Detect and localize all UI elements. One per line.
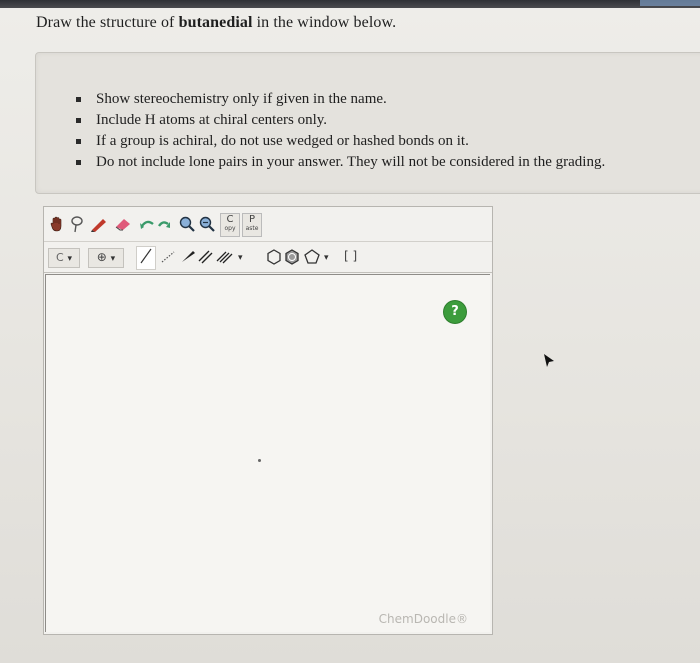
- compound-name: butanedial: [178, 14, 253, 31]
- chemdoodle-editor: C opy P aste C ▾ ⊕ ▾ ▾ ▾ [] ? ChemDoodl…: [43, 206, 493, 635]
- instruction-text: If a group is achiral, do not use wedged…: [96, 133, 469, 149]
- question-suffix: in the window below.: [252, 14, 397, 31]
- question-prefix: Draw the structure of: [36, 14, 179, 31]
- paste-icon[interactable]: P aste: [242, 213, 262, 237]
- zoom-in-icon[interactable]: [179, 216, 195, 236]
- chemdoodle-watermark: ChemDoodle®: [378, 612, 468, 626]
- bullet-icon: [76, 118, 81, 123]
- triple-bond-icon[interactable]: [216, 248, 234, 268]
- chevron-down-icon: ▾: [67, 254, 73, 264]
- instruction-item: If a group is achiral, do not use wedged…: [76, 131, 605, 152]
- instruction-item: Include H atoms at chiral centers only.: [76, 110, 605, 131]
- hand-icon[interactable]: [50, 216, 64, 236]
- editor-toolbar-bottom: C ▾ ⊕ ▾ ▾ ▾ []: [44, 242, 492, 273]
- instruction-item: Do not include lone pairs in your answer…: [76, 152, 605, 173]
- instruction-list: Show stereochemistry only if given in th…: [76, 89, 605, 173]
- benzene-ring-icon[interactable]: [284, 249, 300, 269]
- question-title: Draw the structure of butanedial in the …: [36, 14, 396, 32]
- chevron-down-icon[interactable]: ▾: [324, 250, 329, 266]
- pencil-icon[interactable]: [90, 216, 108, 236]
- zoom-out-icon[interactable]: [199, 216, 215, 236]
- instruction-text: Do not include lone pairs in your answer…: [96, 154, 606, 170]
- bracket-icon[interactable]: [ ]: [344, 248, 357, 264]
- atom-selector[interactable]: C ▾: [48, 248, 80, 268]
- copy-icon[interactable]: C opy: [220, 213, 240, 237]
- single-bond-icon[interactable]: [136, 246, 156, 270]
- wedge-bond-icon[interactable]: [180, 248, 196, 268]
- hashed-bond-icon[interactable]: [160, 248, 176, 268]
- editor-toolbar-top: C opy P aste: [44, 207, 492, 242]
- chevron-down-icon: ▾: [110, 254, 116, 264]
- instructions-box: Show stereochemistry only if given in th…: [35, 52, 700, 194]
- copy-sublabel: opy: [224, 225, 236, 232]
- browser-top-bar: [0, 0, 700, 8]
- chevron-down-icon[interactable]: ▾: [238, 250, 243, 266]
- paste-label: P: [248, 214, 256, 225]
- charge-selector[interactable]: ⊕ ▾: [88, 248, 124, 268]
- top-corner-accent: [640, 0, 700, 6]
- instruction-item: Show stereochemistry only if given in th…: [76, 89, 605, 110]
- drawing-canvas[interactable]: ? ChemDoodle®: [45, 274, 490, 632]
- bullet-icon: [76, 160, 81, 165]
- double-bond-icon[interactable]: [198, 248, 214, 268]
- lasso-icon[interactable]: [70, 215, 84, 237]
- canvas-center-dot: [258, 459, 261, 462]
- atom-selector-value: C: [55, 251, 64, 264]
- charge-plus-icon: ⊕: [96, 250, 107, 264]
- redo-icon[interactable]: [157, 218, 171, 234]
- instruction-text: Include H atoms at chiral centers only.: [96, 112, 328, 128]
- help-icon[interactable]: ?: [444, 301, 466, 323]
- copy-label: C: [226, 214, 234, 225]
- pentagon-ring-icon[interactable]: [304, 249, 320, 269]
- hexagon-ring-icon[interactable]: [266, 249, 282, 269]
- undo-icon[interactable]: [139, 218, 155, 234]
- instruction-text: Show stereochemistry only if given in th…: [96, 91, 387, 107]
- bullet-icon: [76, 139, 81, 144]
- paste-sublabel: aste: [245, 225, 259, 232]
- bullet-icon: [76, 97, 81, 102]
- question-page: Draw the structure of butanedial in the …: [0, 8, 700, 663]
- mouse-cursor-icon: [542, 353, 556, 374]
- eraser-icon[interactable]: [114, 217, 132, 235]
